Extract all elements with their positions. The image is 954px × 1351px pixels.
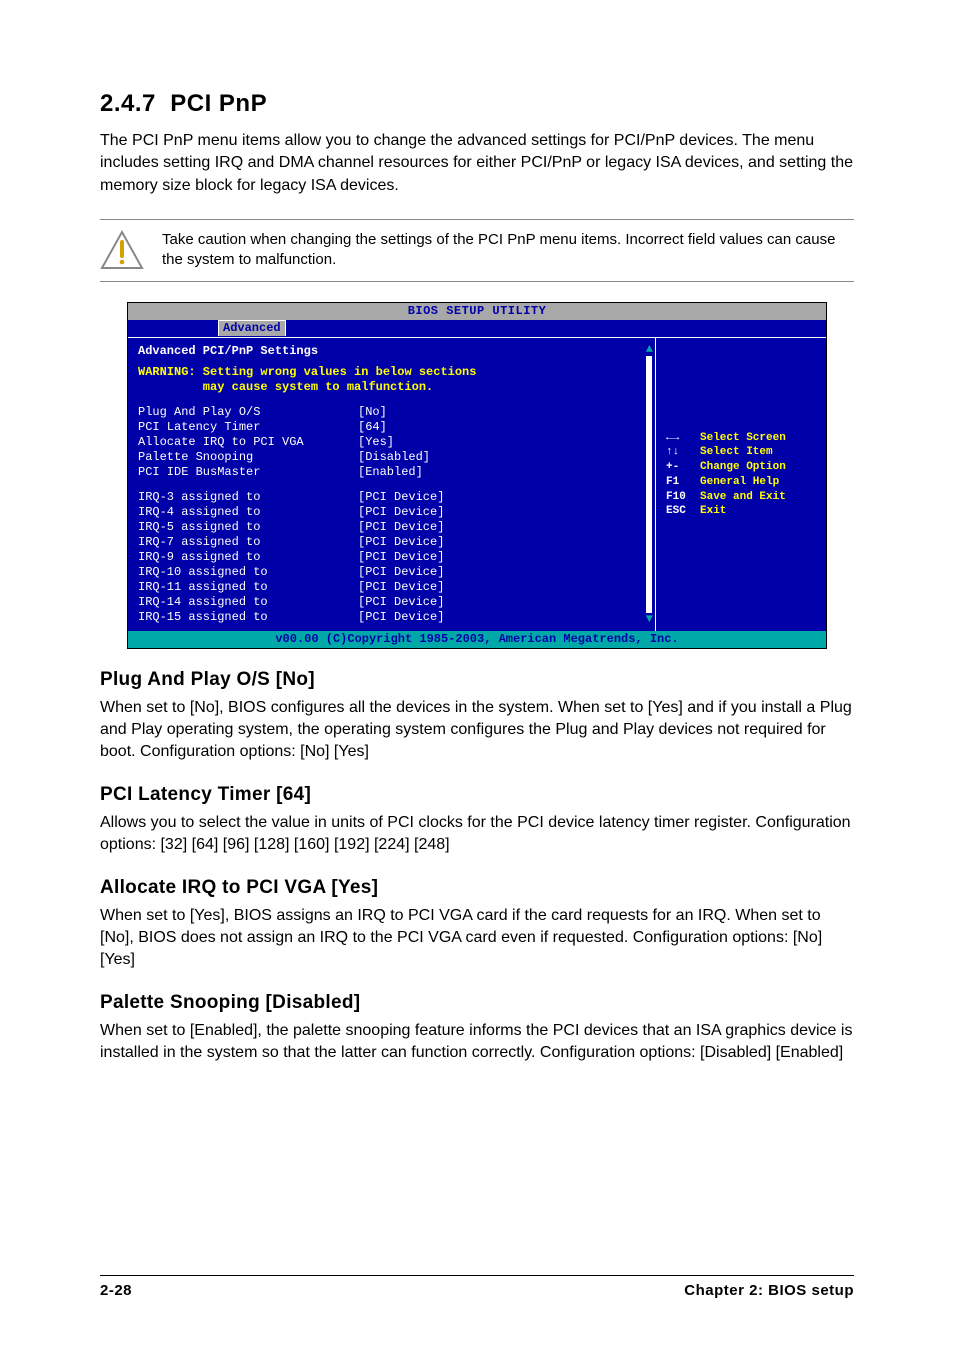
bios-setting-value: [PCI Device] [358,520,444,535]
bios-setting-label: PCI IDE BusMaster [138,465,358,480]
page-content: 2.4.7 PCI PnP The PCI PnP menu items all… [100,90,854,1065]
section-heading: 2.4.7 PCI PnP [100,90,854,118]
bios-help-line: F10Save and Exit [666,491,820,505]
bios-setting-row[interactable]: IRQ-5 assigned to[PCI Device] [138,520,645,535]
bios-help-desc: Exit [700,505,726,519]
bios-setting-row[interactable]: IRQ-14 assigned to[PCI Device] [138,595,645,610]
bios-setting-value: [PCI Device] [358,610,444,625]
bios-setting-label: IRQ-4 assigned to [138,505,358,520]
bios-footer: v00.00 (C)Copyright 1985-2003, American … [128,631,826,648]
palette-snooping-body: When set to [Enabled], the palette snoop… [100,1020,854,1065]
bios-setting-label: IRQ-3 assigned to [138,490,358,505]
bios-tab-advanced[interactable]: Advanced [218,320,286,336]
section-intro: The PCI PnP menu items allow you to chan… [100,130,854,197]
bios-warning-line1: WARNING: Setting wrong values in below s… [138,365,645,380]
bios-help-panel: ←→Select Screen ↑↓Select Item +-Change O… [656,338,826,631]
bios-help-key: +- [666,461,700,475]
bios-setting-value: [PCI Device] [358,505,444,520]
bios-setting-label: IRQ-7 assigned to [138,535,358,550]
bios-setting-label: Palette Snooping [138,450,358,465]
bios-setting-row[interactable]: PCI Latency Timer[64] [138,420,645,435]
bios-setting-value: [Enabled] [358,465,423,480]
bios-setting-row[interactable]: IRQ-3 assigned to[PCI Device] [138,490,645,505]
bios-setting-label: IRQ-14 assigned to [138,595,358,610]
bios-help-desc: Change Option [700,461,786,475]
caution-icon [100,230,144,270]
bios-setting-label: IRQ-9 assigned to [138,550,358,565]
bios-setting-value: [PCI Device] [358,550,444,565]
bios-setting-label: IRQ-15 assigned to [138,610,358,625]
bios-warning-line2: may cause system to malfunction. [138,380,645,395]
page-number: 2-28 [100,1282,132,1299]
bios-help-line: ↑↓Select Item [666,446,820,460]
bios-help-key: ←→ [666,432,700,446]
scroll-track[interactable] [646,356,652,613]
bios-setting-value: [Yes] [358,435,394,450]
allocate-irq-body: When set to [Yes], BIOS assigns an IRQ t… [100,905,854,972]
bios-help-desc: Select Item [700,446,773,460]
section-number: 2.4.7 [100,90,156,117]
bios-settings-irq: IRQ-3 assigned to[PCI Device] IRQ-4 assi… [138,490,645,625]
bios-help-desc: General Help [700,476,779,490]
bios-left-panel: ▲ ▼ Advanced PCI/PnP Settings WARNING: S… [128,338,656,631]
bios-setting-row[interactable]: PCI IDE BusMaster[Enabled] [138,465,645,480]
caution-block: Take caution when changing the settings … [100,219,854,282]
section-title: PCI PnP [170,90,267,117]
bios-setting-label: PCI Latency Timer [138,420,358,435]
page-footer: 2-28 Chapter 2: BIOS setup [100,1275,854,1299]
bios-help-key: F1 [666,476,700,490]
scroll-down-icon[interactable]: ▼ [646,612,653,627]
bios-setting-label: Plug And Play O/S [138,405,358,420]
bios-menubar: Advanced [128,320,826,337]
bios-help-line: ←→Select Screen [666,432,820,446]
plug-and-play-heading: Plug And Play O/S [No] [100,669,854,691]
bios-help-key: ESC [666,505,700,519]
bios-setting-value: [No] [358,405,387,420]
bios-main: ▲ ▼ Advanced PCI/PnP Settings WARNING: S… [128,337,826,631]
bios-settings-top: Plug And Play O/S[No] PCI Latency Timer[… [138,405,645,480]
bios-setting-row[interactable]: IRQ-9 assigned to[PCI Device] [138,550,645,565]
pci-latency-heading: PCI Latency Timer [64] [100,784,854,806]
bios-setting-row[interactable]: Palette Snooping[Disabled] [138,450,645,465]
bios-setting-row[interactable]: IRQ-4 assigned to[PCI Device] [138,505,645,520]
bios-setting-value: [Disabled] [358,450,430,465]
bios-screenshot: BIOS SETUP UTILITY Advanced ▲ ▼ Advanced… [127,302,827,649]
palette-snooping-heading: Palette Snooping [Disabled] [100,992,854,1014]
bios-title: BIOS SETUP UTILITY [128,303,826,320]
bios-setting-label: IRQ-11 assigned to [138,580,358,595]
bios-setting-label: Allocate IRQ to PCI VGA [138,435,358,450]
bios-setting-value: [64] [358,420,387,435]
bios-setting-row[interactable]: IRQ-11 assigned to[PCI Device] [138,580,645,595]
scroll-up-icon[interactable]: ▲ [646,342,653,357]
bios-setting-value: [PCI Device] [358,490,444,505]
bios-help-key: F10 [666,491,700,505]
bios-setting-row[interactable]: Plug And Play O/S[No] [138,405,645,420]
bios-setting-label: IRQ-10 assigned to [138,565,358,580]
bios-setting-row[interactable]: IRQ-7 assigned to[PCI Device] [138,535,645,550]
bios-setting-value: [PCI Device] [358,565,444,580]
caution-text: Take caution when changing the settings … [162,230,854,271]
spacer [138,480,645,490]
bios-help-line: +-Change Option [666,461,820,475]
bios-setting-label: IRQ-5 assigned to [138,520,358,535]
bios-warning: WARNING: Setting wrong values in below s… [138,365,645,395]
bios-help-line: ESCExit [666,505,820,519]
bios-panel-heading: Advanced PCI/PnP Settings [138,344,645,359]
chapter-label: Chapter 2: BIOS setup [684,1282,854,1299]
spacer [666,344,820,432]
bios-help-key: ↑↓ [666,446,700,460]
bios-setting-row[interactable]: Allocate IRQ to PCI VGA[Yes] [138,435,645,450]
bios-help-desc: Save and Exit [700,491,786,505]
bios-setting-value: [PCI Device] [358,580,444,595]
bios-setting-row[interactable]: IRQ-15 assigned to[PCI Device] [138,610,645,625]
bios-help-desc: Select Screen [700,432,786,446]
pci-latency-body: Allows you to select the value in units … [100,812,854,857]
plug-and-play-body: When set to [No], BIOS configures all th… [100,697,854,764]
bios-setting-value: [PCI Device] [358,595,444,610]
allocate-irq-heading: Allocate IRQ to PCI VGA [Yes] [100,877,854,899]
bios-help-line: F1General Help [666,476,820,490]
bios-setting-row[interactable]: IRQ-10 assigned to[PCI Device] [138,565,645,580]
bios-setting-value: [PCI Device] [358,535,444,550]
